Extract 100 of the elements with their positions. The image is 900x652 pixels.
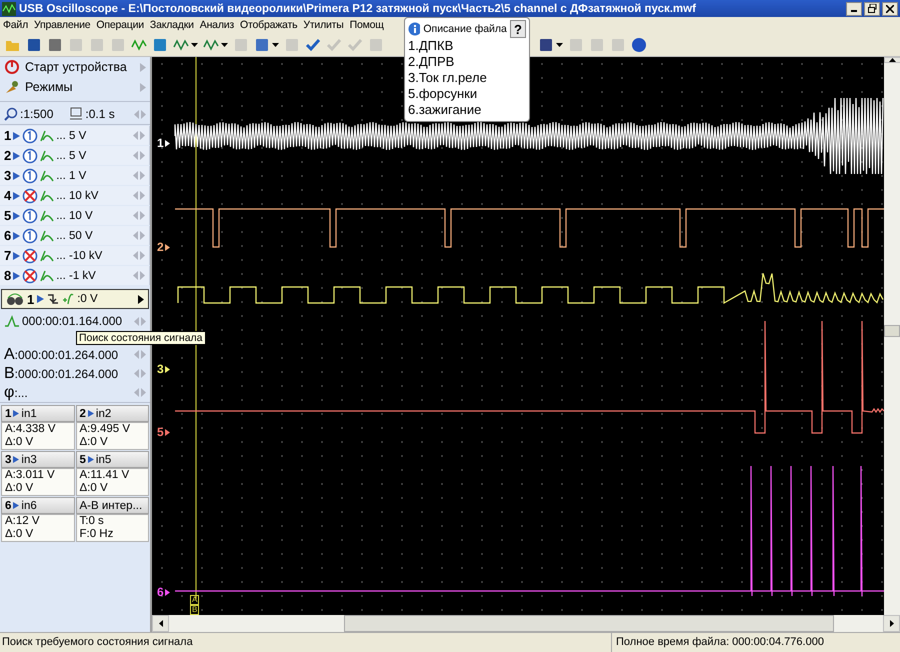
left-right-icon[interactable] [133, 251, 145, 260]
measurement-value: F:0 Hz [80, 528, 114, 541]
channel-row[interactable]: 4 ... 10 kV [0, 186, 150, 205]
status-text: Поиск требуемого состояния сигнала [1, 635, 194, 650]
measurement-name: A-B интер... [80, 500, 142, 512]
tooltip: Поиск состояния сигнала [76, 331, 206, 345]
description-line: 5.форсунки [408, 86, 478, 102]
channel-row[interactable]: 7 ... -10 kV [0, 246, 150, 265]
help-icon [631, 36, 647, 52]
left-right-icon[interactable] [134, 369, 146, 378]
checkmark-icon [326, 36, 342, 52]
measurement-value: A:4.338 V [5, 423, 57, 436]
toolbar-icon [152, 36, 168, 52]
trigger-bar[interactable]: 1 :0 V [1, 289, 149, 309]
help-button[interactable]: ? [510, 20, 526, 38]
trace-marker[interactable]: 2 [157, 240, 170, 254]
scroll-thumb[interactable] [884, 325, 900, 337]
menu-item[interactable]: Утилиты [300, 19, 347, 31]
channel-range: ... 10 kV [56, 190, 98, 202]
window-title: USB Oscilloscope - E:\Постоловский видеоролики\Primera P12 затяжной пуск\Часть2\5 channel с ДФзатяжной пуск.mwf [19, 2, 697, 14]
measurement-value: A:11.41 V [80, 469, 130, 482]
channel-row[interactable]: 2 ... 5 V [0, 146, 150, 165]
left-right-icon[interactable] [134, 388, 146, 397]
menu-item[interactable]: Файл [0, 19, 32, 31]
measurement-header[interactable]: A-B интер... [76, 497, 149, 514]
channel-row[interactable]: 5 ... 10 V [0, 206, 150, 225]
menu-item[interactable]: Операции [93, 19, 147, 31]
arrow-right-icon [13, 212, 20, 220]
left-right-icon[interactable] [134, 350, 146, 359]
arrow-left-icon [158, 620, 162, 627]
channel-number: 5 [80, 454, 86, 466]
channel-number: 2 [4, 148, 12, 163]
measurement-header[interactable]: 2 in2 [76, 405, 149, 422]
menu-item[interactable]: Управление [31, 19, 94, 31]
arrow-right-icon [13, 252, 20, 260]
measurement-name: in2 [96, 408, 112, 420]
arrow-right-icon [13, 132, 20, 140]
arrow-right-icon [138, 294, 144, 304]
measurement-value: Δ:0 V [5, 436, 34, 449]
menu-item[interactable]: Закладки [146, 19, 197, 31]
close-button[interactable] [882, 2, 898, 16]
measurement-header[interactable]: 6 in6 [1, 497, 74, 514]
horizontal-scrollbar[interactable] [152, 615, 900, 632]
cursor-label: φ [4, 384, 14, 402]
wave-icon [40, 228, 54, 242]
channel-number: 2 [80, 408, 86, 420]
measurement-value: Δ:0 V [5, 528, 34, 541]
trace-marker[interactable]: 5 [157, 425, 170, 439]
measurement-value: T:0 s [80, 515, 105, 528]
left-right-icon[interactable] [133, 191, 145, 200]
toolbar-icon [538, 36, 554, 52]
menu-item[interactable]: Анализ [196, 19, 238, 31]
menu-item[interactable]: Помощ [346, 19, 387, 31]
panel-action[interactable]: Старт устройства [0, 57, 150, 77]
arrow-right-icon [13, 192, 20, 200]
left-right-icon[interactable] [134, 110, 146, 118]
panel-action[interactable]: Режимы [0, 77, 150, 97]
left-right-icon[interactable] [133, 151, 145, 160]
channel-range: ... 50 V [56, 230, 93, 242]
channel-row[interactable]: 1 ... 5 V [0, 126, 150, 145]
arrow-right-icon [164, 366, 170, 372]
minimize-button[interactable] [846, 2, 862, 16]
toolbar-icon [89, 36, 105, 52]
measurement-header[interactable]: 3 in3 [1, 451, 74, 468]
vertical-scrollbar[interactable] [884, 57, 900, 615]
binoculars-icon [6, 292, 24, 306]
restore-icon [868, 4, 876, 13]
measurement-value: Δ:0 V [80, 482, 109, 495]
toolbar-icon [610, 36, 626, 52]
checkmark-icon [347, 36, 363, 52]
channel-number: 3 [5, 454, 12, 466]
toolbar-icon [47, 36, 63, 52]
left-right-icon[interactable] [133, 231, 145, 240]
left-right-icon[interactable] [133, 271, 145, 280]
arrow-right-icon [890, 620, 894, 627]
trigger-level: :0 V [77, 293, 98, 305]
arrow-right-icon [13, 172, 20, 180]
measurement-name: in6 [21, 500, 37, 512]
arrow-right-icon [164, 588, 170, 596]
scroll-thumb[interactable] [344, 615, 834, 632]
left-right-icon[interactable] [133, 211, 145, 220]
left-right-icon[interactable] [133, 131, 145, 140]
checkmark-icon [305, 36, 321, 52]
trace-marker[interactable]: 3 [157, 362, 170, 376]
trace-marker[interactable]: 6 [157, 585, 170, 599]
channel-row[interactable]: 3 ... 1 V [0, 166, 150, 185]
left-right-icon[interactable] [133, 171, 145, 180]
trace-marker[interactable]: 1 [157, 136, 170, 150]
measurement-header[interactable]: 1 in1 [1, 405, 74, 422]
menu-item[interactable]: Отображать [237, 19, 300, 31]
channel-number: 7 [4, 248, 12, 263]
cursor-label: B [4, 364, 15, 382]
channel-row[interactable]: 8 ... -1 kV [0, 266, 150, 285]
toolbar-icon [110, 36, 126, 52]
restore-button[interactable] [864, 2, 880, 16]
left-right-icon[interactable] [134, 316, 146, 326]
cursor-time: :... [14, 386, 28, 400]
measurement-name: in3 [21, 454, 37, 466]
channel-row[interactable]: 6 ... 50 V [0, 226, 150, 245]
measurement-header[interactable]: 5 in5 [76, 451, 149, 468]
